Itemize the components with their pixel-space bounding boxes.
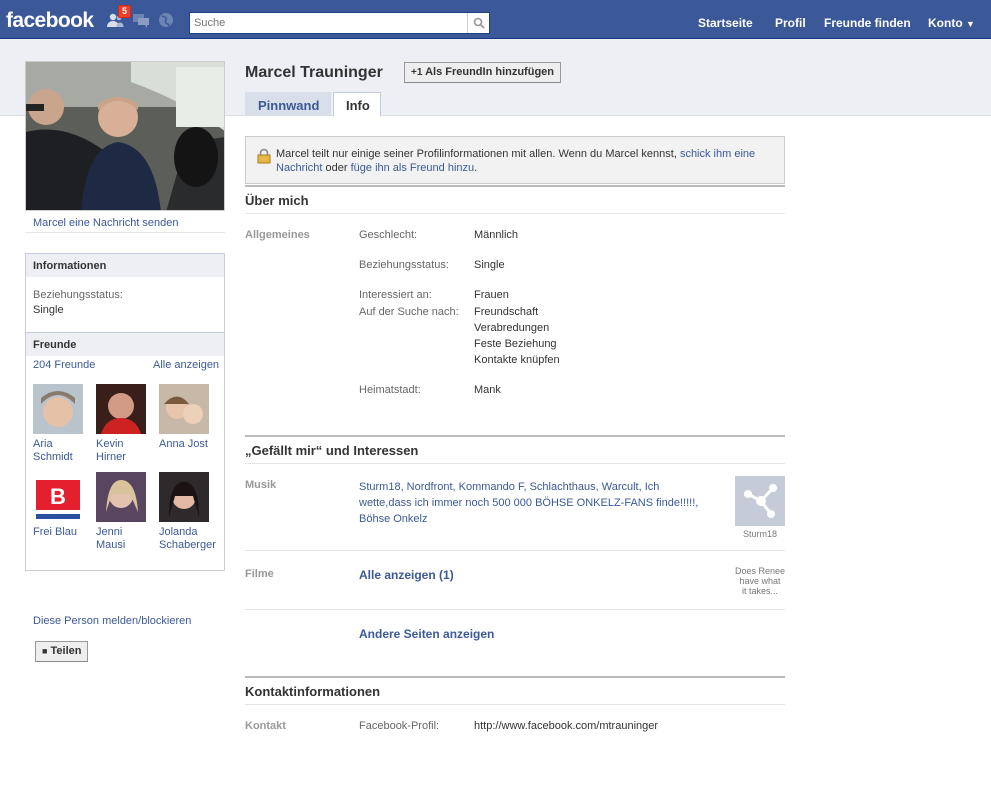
- music-list[interactable]: Sturm18, Nordfront, Kommando F, Schlacht…: [359, 479, 709, 527]
- films-label: Filme: [245, 568, 274, 580]
- film-thumbnail-caption[interactable]: Does Renee have what it takes...: [730, 566, 790, 596]
- search-icon: [473, 17, 485, 29]
- looking-for-item: Verabredungen: [474, 322, 550, 334]
- relationship-label: Beziehungsstatus:: [359, 259, 449, 271]
- likes-section-title: „Gefällt mir“ und Interessen: [245, 435, 785, 458]
- search-box: [189, 12, 490, 34]
- info-box-border: [25, 253, 225, 332]
- divider: [245, 463, 785, 464]
- nav-profile[interactable]: Profil: [775, 16, 806, 30]
- add-friend-icon: +1: [411, 67, 423, 78]
- add-friend-notice-link[interactable]: füge ihn als Freund hinzu: [351, 162, 475, 174]
- search-button[interactable]: [467, 13, 489, 33]
- films-show-all-link[interactable]: Alle anzeigen (1): [359, 568, 454, 582]
- nav-account[interactable]: Konto ▼: [928, 16, 975, 30]
- music-thumbnail[interactable]: [735, 476, 785, 526]
- music-thumbnail-caption: Sturm18: [742, 529, 777, 539]
- add-friend-button[interactable]: +1 Als FreundIn hinzufügen: [404, 62, 561, 83]
- tab-pinnwand[interactable]: Pinnwand: [245, 92, 331, 116]
- facebook-profile-link[interactable]: http://www.facebook.com/mtrauninger: [474, 720, 658, 732]
- interested-label: Interessiert an:: [359, 289, 432, 301]
- share-icon: ■: [42, 646, 48, 656]
- hometown-link[interactable]: Mank: [474, 384, 501, 396]
- search-input[interactable]: [190, 13, 466, 33]
- about-section-title: Über mich: [245, 185, 785, 208]
- share-button[interactable]: ■ Teilen: [35, 641, 89, 662]
- looking-for-item: Feste Beziehung: [474, 338, 557, 350]
- notification-badge: 5: [118, 5, 132, 18]
- looking-for-item: Freundschaft: [474, 306, 539, 318]
- tab-info[interactable]: Info: [333, 92, 381, 117]
- facebook-logo[interactable]: facebook: [6, 9, 94, 33]
- divider: [245, 213, 785, 214]
- nav-home[interactable]: Startseite: [698, 16, 753, 30]
- chevron-down-icon: ▼: [966, 19, 975, 29]
- general-label: Allgemeines: [245, 229, 310, 241]
- looking-for-item: Kontakte knüpfen: [474, 354, 560, 366]
- lock-icon: [257, 148, 271, 164]
- top-bar: facebook 5 Startseite Profil Freunde fin…: [0, 0, 991, 39]
- profile-picture[interactable]: [25, 61, 225, 211]
- divider: [245, 609, 785, 610]
- nav-find-friends[interactable]: Freunde finden: [824, 16, 911, 30]
- friends-box-border: [25, 332, 225, 571]
- contact-label: Kontakt: [245, 720, 286, 732]
- interested-value: Frauen: [474, 289, 509, 301]
- divider: [245, 704, 785, 705]
- looking-for-label: Auf der Suche nach:: [359, 306, 459, 318]
- other-pages-link[interactable]: Andere Seiten anzeigen: [359, 627, 494, 641]
- send-message-link[interactable]: Marcel eine Nachricht senden: [33, 217, 179, 229]
- gender-value: Männlich: [474, 229, 519, 241]
- relationship-value: Single: [474, 259, 505, 271]
- hometown-label: Heimatstadt:: [359, 384, 421, 396]
- contact-section-title: Kontaktinformationen: [245, 676, 785, 699]
- messages-icon[interactable]: [132, 12, 150, 28]
- profile-name: Marcel Trauninger: [245, 64, 383, 81]
- report-block-link[interactable]: Diese Person melden/blockieren: [33, 615, 191, 627]
- divider: [245, 550, 785, 551]
- facebook-profile-label: Facebook-Profil:: [359, 720, 440, 732]
- music-label: Musik: [245, 479, 277, 491]
- gender-label: Geschlecht:: [359, 229, 418, 241]
- divider: [25, 232, 225, 233]
- page-icon: [744, 484, 777, 518]
- privacy-notice: Marcel teilt nur einige seiner Profilinf…: [245, 136, 785, 184]
- notifications-globe-icon[interactable]: [157, 12, 175, 28]
